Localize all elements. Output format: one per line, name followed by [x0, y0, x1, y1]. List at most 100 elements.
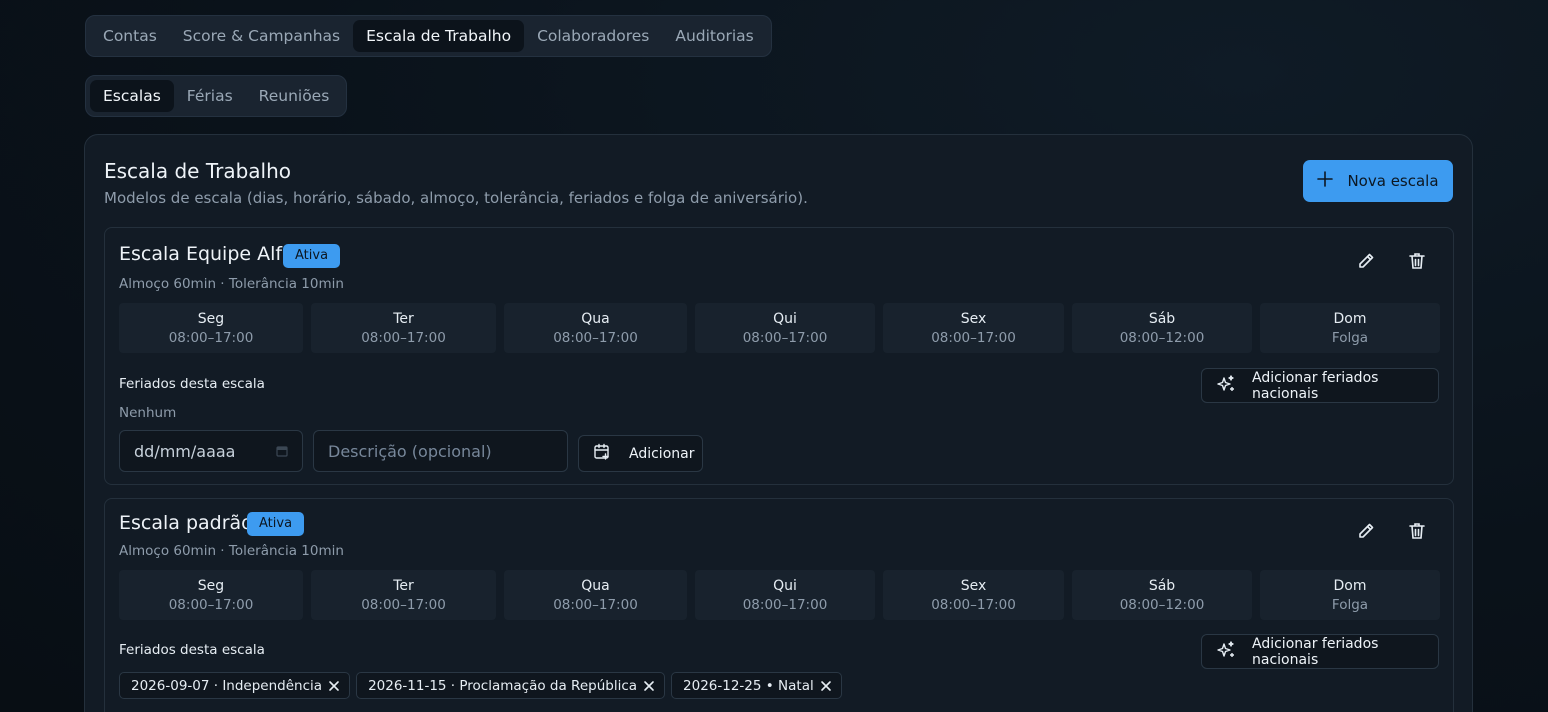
- tab-escalas[interactable]: Escalas: [90, 80, 174, 112]
- day-name: Qui: [773, 577, 797, 594]
- add-national-holidays-label: Adicionar feriados nacionais: [1252, 635, 1379, 668]
- calendar-icon: [276, 442, 288, 461]
- day-name: Qua: [581, 577, 610, 594]
- pencil-icon: [1356, 251, 1376, 275]
- holidays-title: Feriados desta escala: [119, 642, 265, 658]
- add-holiday-button[interactable]: Adicionar: [578, 435, 703, 472]
- day-cell: Qui 08:00–17:00: [695, 303, 875, 353]
- day-name: Ter: [393, 310, 414, 327]
- add-national-holidays-button[interactable]: Adicionar feriados nacionais: [1201, 368, 1439, 403]
- date-placeholder: dd/mm/aaaa: [134, 441, 236, 461]
- day-name: Qui: [773, 310, 797, 327]
- day-cell: Seg 08:00–17:00: [119, 570, 303, 620]
- day-hours: 08:00–17:00: [361, 596, 446, 613]
- schedule-name: Escala padrão: [119, 512, 253, 534]
- holiday-description-input[interactable]: Descrição (opcional): [313, 430, 568, 472]
- sparkles-icon: [1216, 640, 1236, 664]
- sparkles-icon: [1216, 374, 1236, 398]
- holiday-chip: 2026-12-25 • Natal: [671, 672, 842, 699]
- holiday-chip-label: 2026-11-15 · Proclamação da República: [368, 677, 638, 694]
- schedule-card: Escala padrão Ativa Almoço 60min · Toler…: [104, 498, 1454, 712]
- new-schedule-label: Nova escala: [1347, 172, 1439, 190]
- schedule-meta: Almoço 60min · Tolerância 10min: [119, 276, 344, 292]
- close-icon[interactable]: [820, 680, 832, 692]
- day-name: Dom: [1333, 310, 1367, 327]
- holiday-chip: 2026-11-15 · Proclamação da República: [356, 672, 666, 699]
- holiday-date-input[interactable]: dd/mm/aaaa: [119, 430, 303, 472]
- new-schedule-button[interactable]: Nova escala: [1303, 160, 1453, 202]
- schedules-card: Escala de Trabalho Modelos de escala (di…: [84, 134, 1473, 712]
- holidays-title: Feriados desta escala: [119, 376, 265, 392]
- day-name: Ter: [393, 577, 414, 594]
- day-name: Qua: [581, 310, 610, 327]
- edit-button[interactable]: [1353, 250, 1379, 276]
- day-hours: 08:00–17:00: [931, 596, 1016, 613]
- description-placeholder: Descrição (opcional): [328, 441, 492, 461]
- day-cell: Dom Folga: [1260, 570, 1440, 620]
- tab-auditorias[interactable]: Auditorias: [662, 20, 766, 52]
- add-national-holidays-label: Adicionar feriados nacionais: [1252, 369, 1379, 402]
- close-icon[interactable]: [328, 680, 340, 692]
- schedule-card: Escala Equipe Alfa Ativa Almoço 60min · …: [104, 227, 1454, 485]
- day-hours: 08:00–17:00: [553, 596, 638, 613]
- tab-contas[interactable]: Contas: [90, 20, 170, 52]
- status-badge: Ativa: [247, 512, 305, 536]
- day-hours: 08:00–17:00: [931, 329, 1016, 346]
- holidays-empty: Nenhum: [119, 405, 177, 421]
- plus-icon: [1317, 170, 1334, 192]
- day-hours: 08:00–12:00: [1119, 329, 1205, 346]
- day-name: Sex: [960, 577, 987, 594]
- holiday-chips: 2026-09-07 · Independência 2026-11-15 · …: [119, 672, 842, 699]
- day-cell: Qua 08:00–17:00: [504, 570, 687, 620]
- edit-button[interactable]: [1353, 520, 1379, 546]
- holiday-chip-label: 2026-09-07 · Independência: [131, 677, 323, 694]
- day-hours: Folga: [1331, 329, 1369, 346]
- day-cell: Sáb 08:00–12:00: [1072, 570, 1252, 620]
- day-hours: 08:00–17:00: [553, 329, 638, 346]
- status-badge: Ativa: [283, 244, 341, 268]
- delete-button[interactable]: [1404, 250, 1430, 276]
- holiday-chip-label: 2026-12-25 • Natal: [683, 677, 814, 694]
- day-hours: 08:00–17:00: [742, 596, 828, 613]
- day-cell: Sáb 08:00–12:00: [1072, 303, 1252, 353]
- calendar-plus-icon: [593, 443, 611, 465]
- tab-score-campanhas[interactable]: Score & Campanhas: [170, 20, 353, 52]
- day-cell: Qua 08:00–17:00: [504, 303, 687, 353]
- day-name: Dom: [1333, 577, 1367, 594]
- day-hours: 08:00–17:00: [742, 329, 828, 346]
- day-cell: Ter 08:00–17:00: [311, 570, 496, 620]
- day-cell: Dom Folga: [1260, 303, 1440, 353]
- day-hours: 08:00–17:00: [168, 596, 254, 613]
- tab-colaboradores[interactable]: Colaboradores: [524, 20, 662, 52]
- page-title: Escala de Trabalho: [104, 159, 292, 183]
- day-name: Seg: [197, 577, 225, 594]
- tab-reunioes[interactable]: Reuniões: [246, 80, 343, 112]
- day-name: Sáb: [1148, 577, 1176, 594]
- delete-button[interactable]: [1404, 520, 1430, 546]
- holiday-chip: 2026-09-07 · Independência: [119, 672, 351, 699]
- day-name: Sáb: [1148, 310, 1176, 327]
- trash-icon: [1407, 251, 1427, 275]
- day-cell: Qui 08:00–17:00: [695, 570, 875, 620]
- add-holiday-label: Adicionar: [629, 445, 695, 462]
- weekdays: Seg 08:00–17:00 Ter 08:00–17:00 Qua 08:00–1…: [119, 303, 1440, 353]
- schedule-meta: Almoço 60min · Tolerância 10min: [119, 543, 344, 559]
- day-hours: 08:00–17:00: [168, 329, 254, 346]
- day-hours: 08:00–12:00: [1119, 596, 1205, 613]
- day-name: Seg: [197, 310, 225, 327]
- trash-icon: [1407, 521, 1427, 545]
- day-cell: Ter 08:00–17:00: [311, 303, 496, 353]
- sub-tabs: Escalas Férias Reuniões: [85, 75, 348, 117]
- tab-escala-de-trabalho[interactable]: Escala de Trabalho: [353, 20, 525, 52]
- page-subtitle: Modelos de escala (dias, horário, sábado…: [104, 189, 808, 207]
- day-hours: 08:00–17:00: [361, 329, 446, 346]
- day-hours: Folga: [1331, 596, 1369, 613]
- add-national-holidays-button[interactable]: Adicionar feriados nacionais: [1201, 634, 1439, 669]
- schedule-name: Escala Equipe Alfa: [119, 243, 294, 265]
- day-name: Sex: [960, 310, 987, 327]
- day-cell: Sex 08:00–17:00: [883, 303, 1064, 353]
- day-cell: Seg 08:00–17:00: [119, 303, 303, 353]
- close-icon[interactable]: [643, 680, 655, 692]
- main-tabs: Contas Score & Campanhas Escala de Traba…: [85, 15, 772, 57]
- tab-ferias[interactable]: Férias: [174, 80, 246, 112]
